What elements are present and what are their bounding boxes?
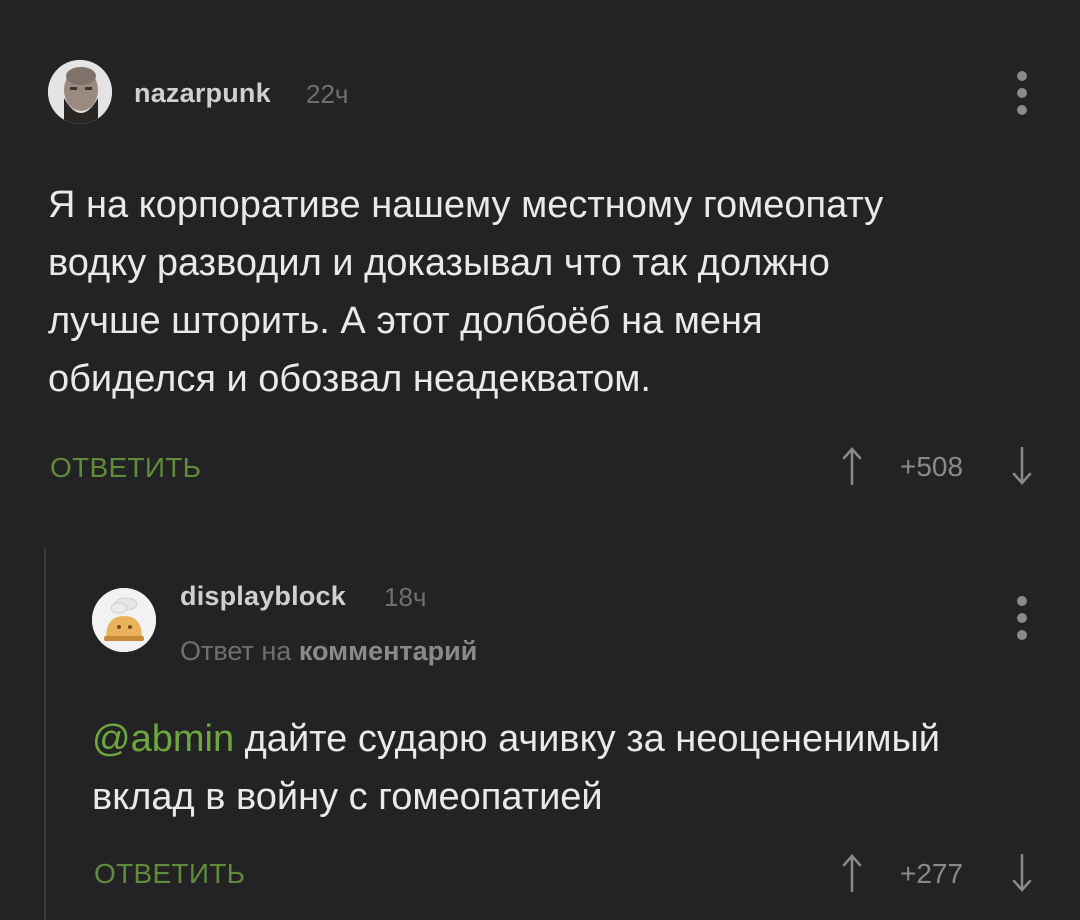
arrow-up-icon[interactable] (842, 447, 862, 485)
reply-to-link[interactable]: комментарий (299, 636, 478, 666)
comment-line: водку разводил и доказывал что так должн… (48, 242, 830, 284)
vote-score: +508 (900, 451, 964, 482)
reply-to-prefix: Ответ на (180, 636, 292, 666)
arrow-up-icon[interactable] (842, 854, 862, 892)
reply-to-info: Ответ на комментарий (180, 636, 477, 667)
comment-line-rest: дайте сударю ачивку за неоцененимый (234, 718, 941, 760)
comment-line: Я на корпоративе нашему местному гомеопа… (48, 184, 884, 226)
comment-text: @abmin дайте сударю ачивку за неоцененим… (92, 710, 1062, 826)
comment-line: @abmin дайте сударю ачивку за неоцененим… (92, 710, 1062, 768)
avatar-photo (48, 60, 112, 124)
username[interactable]: displayblock (180, 581, 346, 612)
more-vertical-icon[interactable] (1016, 596, 1028, 640)
thread-line (44, 548, 46, 920)
comment-text: Я на корпоративе нашему местному гомеопа… (48, 176, 1058, 408)
comment-time: 22ч (306, 79, 349, 109)
username[interactable]: nazarpunk (134, 78, 271, 109)
comment-line: обиделся и обозвал неадекватом. (48, 358, 651, 400)
arrow-down-icon[interactable] (1012, 854, 1032, 892)
avatar[interactable] (92, 588, 156, 652)
comments-page: nazarpunk 22ч Я на корпоративе нашему ме… (0, 0, 1080, 920)
avatar-image (92, 588, 156, 652)
vote-score: +277 (900, 858, 964, 889)
avatar[interactable] (48, 60, 112, 124)
reply-button[interactable]: ОТВЕТИТЬ (94, 858, 245, 890)
arrow-down-icon[interactable] (1012, 447, 1032, 485)
more-vertical-icon[interactable] (1016, 71, 1028, 115)
user-mention[interactable]: @abmin (92, 718, 234, 760)
comment-time: 18ч (384, 582, 427, 612)
comment-line: лучше шторить. А этот долбоёб на меня (48, 300, 763, 342)
reply-button[interactable]: ОТВЕТИТЬ (50, 452, 201, 484)
comment-line: вклад в войну с гомеопатией (92, 776, 603, 818)
